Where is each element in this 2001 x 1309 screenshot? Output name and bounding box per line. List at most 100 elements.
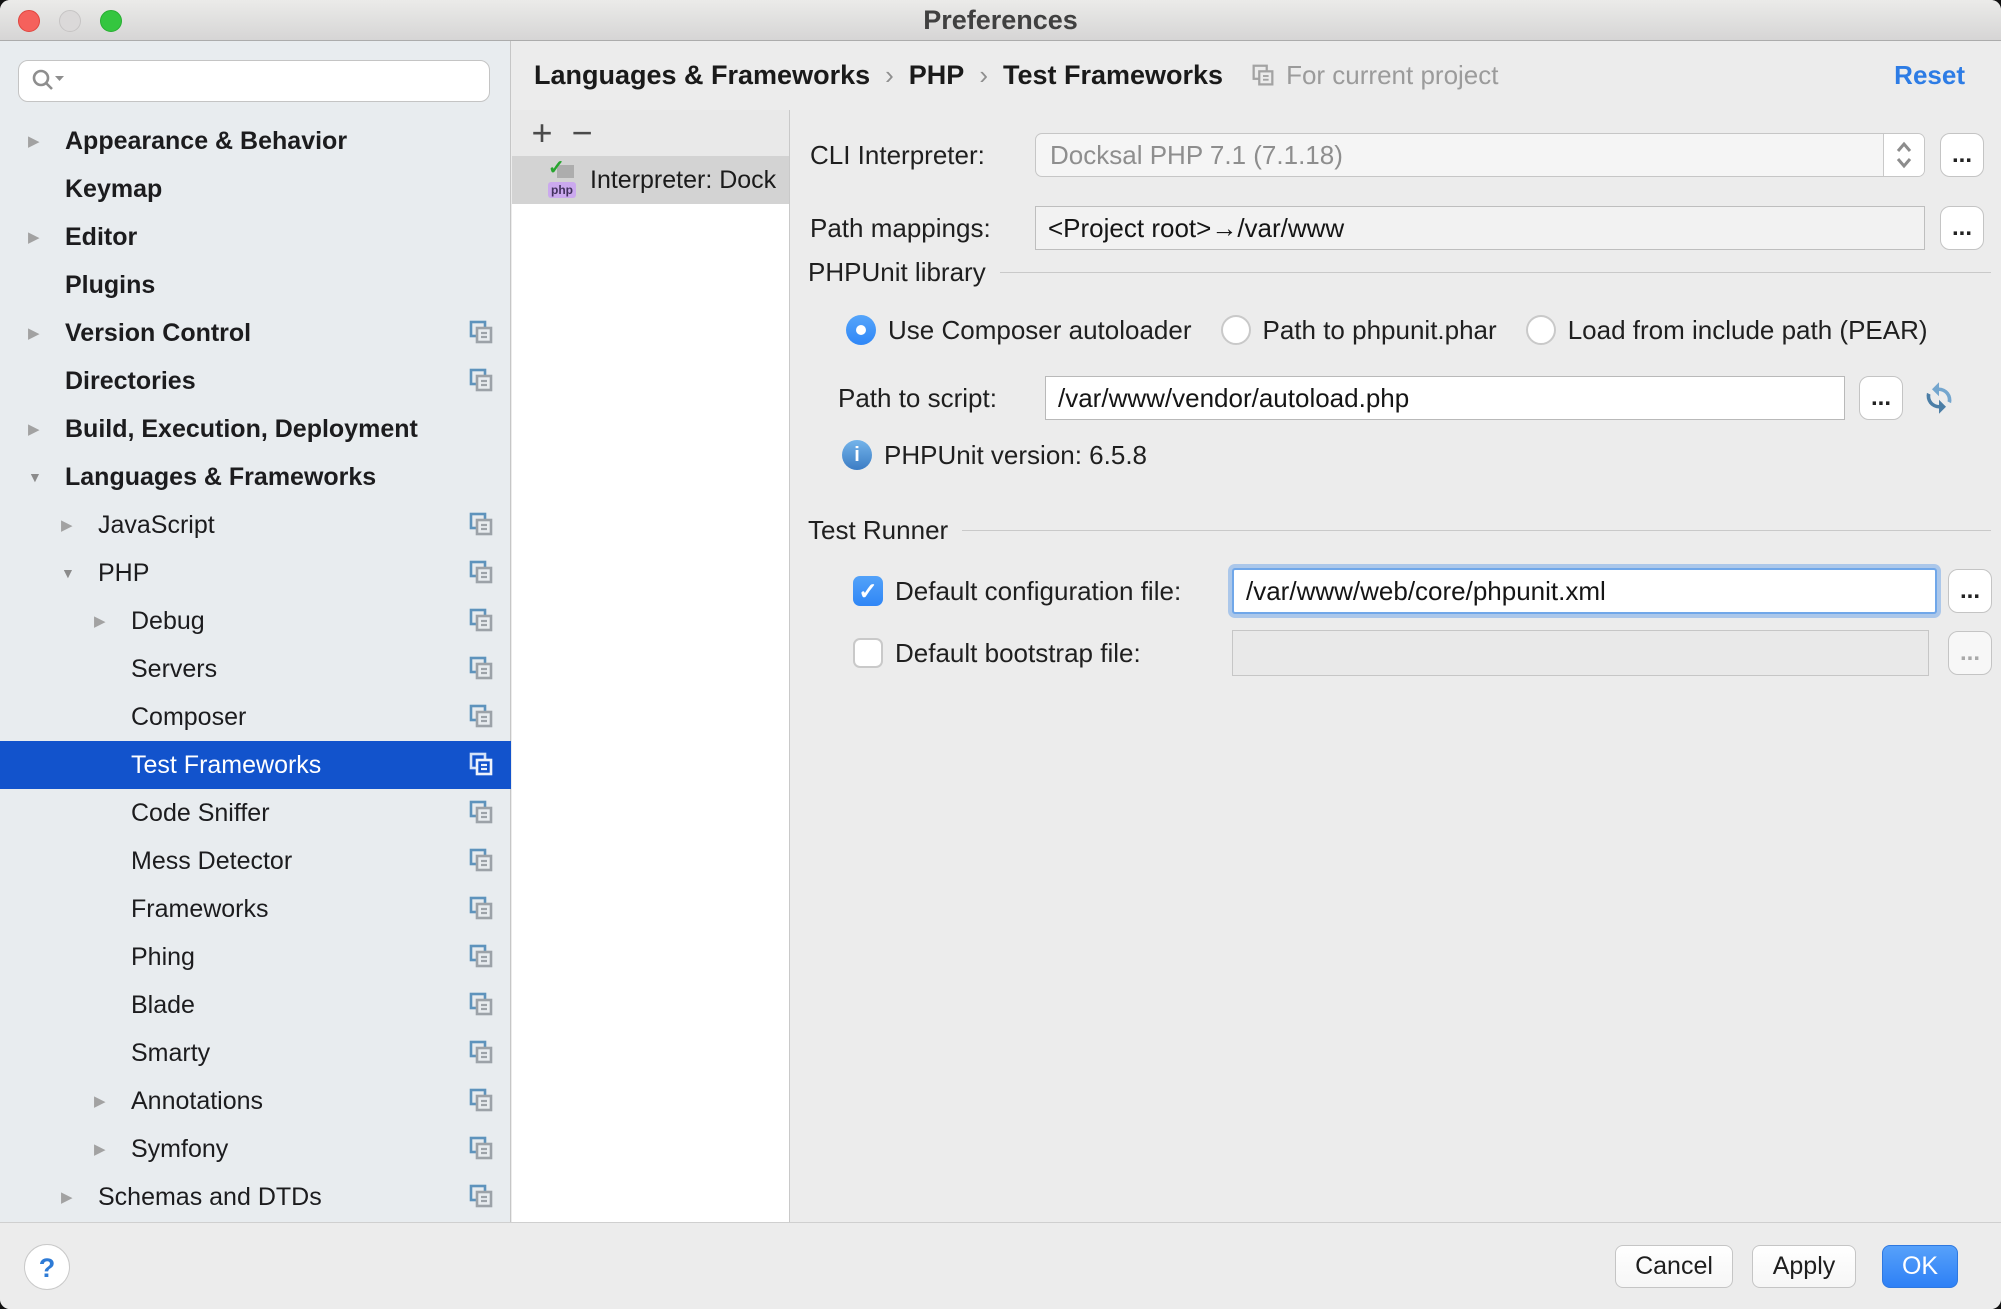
- sidebar-item-editor[interactable]: ▶Editor: [0, 213, 511, 261]
- list-item-interpreter[interactable]: ✓ php Interpreter: Dock: [512, 156, 789, 204]
- breadcrumb: Languages & Frameworks › PHP › Test Framewor…: [534, 60, 1223, 91]
- radio-path-to-phpunit-phar[interactable]: Path to phpunit.phar: [1221, 315, 1497, 346]
- sidebar-item-directories[interactable]: Directories: [0, 357, 511, 405]
- sidebar-item-label: Keymap: [65, 175, 162, 204]
- sidebar-item-frameworks[interactable]: Frameworks: [0, 885, 511, 933]
- radio-load-from-include-path-pear[interactable]: Load from include path (PEAR): [1526, 315, 1928, 346]
- search-input[interactable]: [18, 60, 490, 102]
- sidebar-item-keymap[interactable]: Keymap: [0, 165, 511, 213]
- chevron-right-icon[interactable]: ▶: [61, 516, 98, 534]
- apply-button[interactable]: Apply: [1752, 1245, 1856, 1288]
- radio-selected-icon[interactable]: [846, 315, 876, 345]
- chevron-right-icon[interactable]: ▶: [28, 132, 65, 150]
- chevron-right-icon[interactable]: ▶: [28, 228, 65, 246]
- path-mappings-label: Path mappings:: [810, 206, 991, 250]
- cancel-button[interactable]: Cancel: [1615, 1245, 1733, 1288]
- phpunit-version-note: PHPUnit version: 6.5.8: [884, 435, 1147, 475]
- default-config-row: ✓ Default configuration file: ...: [790, 568, 2001, 614]
- per-project-settings-icon: [466, 510, 496, 540]
- cli-interpreter-label: CLI Interpreter:: [810, 133, 985, 177]
- search-icon: [29, 66, 65, 96]
- chevron-down-icon[interactable]: ▼: [28, 469, 65, 485]
- path-mappings-value[interactable]: <Project root>→/var/www: [1035, 206, 1925, 250]
- default-config-browse-button[interactable]: ...: [1948, 569, 1992, 613]
- sidebar-item-label: Frameworks: [131, 895, 269, 924]
- sidebar-item-build-execution-deployment[interactable]: ▶Build, Execution, Deployment: [0, 405, 511, 453]
- radio-unselected-icon[interactable]: [1221, 315, 1251, 345]
- sidebar-item-label: Code Sniffer: [131, 799, 270, 828]
- sidebar-item-label: Directories: [65, 367, 196, 396]
- sidebar-item-symfony[interactable]: ▶Symfony: [0, 1125, 511, 1173]
- sidebar-item-servers[interactable]: Servers: [0, 645, 511, 693]
- phpunit-library-radios: Use Composer autoloader Path to phpunit.p…: [790, 310, 2001, 350]
- section-title: PHPUnit library: [808, 257, 986, 288]
- radio-label: Load from include path (PEAR): [1568, 315, 1928, 346]
- combo-stepper[interactable]: [1883, 134, 1924, 176]
- sidebar-item-languages-frameworks[interactable]: ▼Languages & Frameworks: [0, 453, 511, 501]
- chevron-right-icon[interactable]: ▶: [94, 1092, 131, 1110]
- sidebar-item-composer[interactable]: Composer: [0, 693, 511, 741]
- chevron-down-icon[interactable]: ▼: [61, 565, 98, 581]
- chevron-down-icon: [55, 76, 64, 81]
- sidebar-item-label: Debug: [131, 607, 205, 636]
- breadcrumb-separator: ›: [979, 60, 988, 90]
- scope-note-label: For current project: [1286, 60, 1498, 91]
- breadcrumb-item-languages-frameworks[interactable]: Languages & Frameworks: [534, 60, 870, 90]
- add-button[interactable]: +: [522, 111, 562, 155]
- default-bootstrap-checkbox[interactable]: [853, 638, 883, 668]
- radio-use-composer-autoloader[interactable]: Use Composer autoloader: [846, 315, 1192, 346]
- radio-label: Path to phpunit.phar: [1263, 315, 1497, 346]
- interpreter-list: ✓ php Interpreter: Dock: [512, 156, 789, 204]
- chevron-right-icon[interactable]: ▶: [28, 324, 65, 342]
- chevron-right-icon[interactable]: ▶: [94, 1140, 131, 1158]
- help-button[interactable]: ?: [24, 1244, 70, 1290]
- default-config-input[interactable]: [1232, 568, 1937, 614]
- per-project-settings-icon: [466, 702, 496, 732]
- section-title: Test Runner: [808, 515, 948, 546]
- refresh-icon[interactable]: [1918, 377, 1960, 419]
- path-to-script-browse-button[interactable]: ...: [1859, 376, 1903, 420]
- chevron-right-icon[interactable]: ▶: [28, 420, 65, 438]
- radio-label: Use Composer autoloader: [888, 315, 1192, 346]
- radio-unselected-icon[interactable]: [1526, 315, 1556, 345]
- list-toolbar: + −: [512, 110, 789, 156]
- sidebar-item-annotations[interactable]: ▶Annotations: [0, 1077, 511, 1125]
- sidebar-item-smarty[interactable]: Smarty: [0, 1029, 511, 1077]
- sidebar-item-appearance-behavior[interactable]: ▶Appearance & Behavior: [0, 117, 511, 165]
- path-to-script-label: Path to script:: [838, 376, 997, 420]
- cli-interpreter-select[interactable]: Docksal PHP 7.1 (7.1.18): [1035, 133, 1925, 177]
- phpunit-library-section: PHPUnit library: [790, 252, 2001, 292]
- breadcrumb-separator: ›: [885, 60, 894, 90]
- sidebar-item-javascript[interactable]: ▶JavaScript: [0, 501, 511, 549]
- per-project-settings-icon: [466, 1182, 496, 1212]
- php-interpreter-icon: ✓ php: [548, 162, 580, 198]
- section-divider: [962, 530, 1991, 531]
- path-mappings-browse-button[interactable]: ...: [1940, 206, 1984, 250]
- per-project-settings-icon: [466, 990, 496, 1020]
- default-bootstrap-row: Default bootstrap file: ...: [790, 630, 2001, 676]
- sidebar-item-php[interactable]: ▼PHP: [0, 549, 511, 597]
- sidebar-item-plugins[interactable]: Plugins: [0, 261, 511, 309]
- footer-buttons: Cancel Apply OK: [1615, 1245, 1958, 1288]
- sidebar-item-debug[interactable]: ▶Debug: [0, 597, 511, 645]
- reset-link[interactable]: Reset: [1894, 60, 1965, 91]
- preferences-window: Preferences ▶Appearance & BehaviorKeymap…: [0, 0, 2001, 1309]
- cli-interpreter-browse-button[interactable]: ...: [1940, 133, 1984, 177]
- remove-button[interactable]: −: [562, 111, 602, 155]
- sidebar-item-code-sniffer[interactable]: Code Sniffer: [0, 789, 511, 837]
- per-project-settings-icon: [1249, 62, 1277, 90]
- sidebar-item-blade[interactable]: Blade: [0, 981, 511, 1029]
- ok-button[interactable]: OK: [1882, 1245, 1958, 1288]
- default-config-checkbox[interactable]: ✓: [853, 576, 883, 606]
- default-bootstrap-label: Default bootstrap file:: [895, 630, 1141, 676]
- path-to-script-input[interactable]: [1045, 376, 1845, 420]
- chevron-right-icon[interactable]: ▶: [61, 1188, 98, 1206]
- sidebar-item-schemas-and-dtds[interactable]: ▶Schemas and DTDs: [0, 1173, 511, 1221]
- sidebar-item-version-control[interactable]: ▶Version Control: [0, 309, 511, 357]
- sidebar-item-phing[interactable]: Phing: [0, 933, 511, 981]
- breadcrumb-item-php[interactable]: PHP: [909, 60, 965, 90]
- chevron-right-icon[interactable]: ▶: [94, 612, 131, 630]
- breadcrumb-item-test-frameworks[interactable]: Test Frameworks: [1003, 60, 1223, 90]
- sidebar-item-mess-detector[interactable]: Mess Detector: [0, 837, 511, 885]
- sidebar-item-test-frameworks[interactable]: Test Frameworks: [0, 741, 511, 789]
